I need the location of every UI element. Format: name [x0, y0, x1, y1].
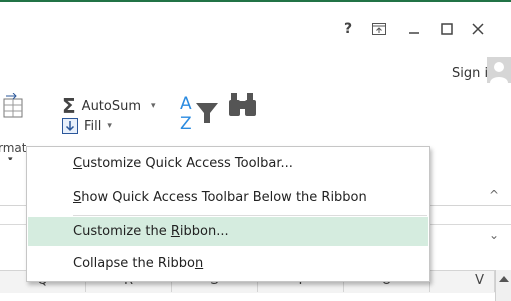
format-button[interactable]: rmat ▾ — [0, 85, 26, 160]
autosum-label: AutoSum — [81, 98, 142, 114]
close-button[interactable] — [467, 18, 489, 40]
column-header[interactable]: V — [430, 270, 495, 292]
scroll-up-arrow-icon[interactable] — [499, 276, 509, 282]
help-icon: ? — [343, 21, 353, 37]
expand-formula-bar-icon[interactable]: ⌄ — [489, 228, 499, 242]
maximize-button[interactable] — [436, 18, 458, 40]
sort-filter-button[interactable]: A Z — [178, 93, 222, 137]
title-bar — [0, 0, 511, 85]
close-icon — [472, 23, 484, 35]
vertical-scrollbar[interactable] — [495, 270, 511, 301]
minimize-button[interactable] — [403, 18, 425, 40]
ribbon-context-menu: Customize Quick Access Toolbar... Show Q… — [26, 146, 430, 282]
accent-line — [0, 0, 511, 2]
menu-item-customize-quick-access-toolbar[interactable]: Customize Quick Access Toolbar... — [28, 149, 428, 178]
worksheet-grid[interactable] — [0, 293, 495, 301]
avatar[interactable] — [487, 57, 511, 83]
sigma-icon: Σ — [62, 94, 76, 118]
menu-item-show-quick-access-toolbar-below[interactable]: Show Quick Access Toolbar Below the Ribb… — [28, 183, 428, 212]
format-label: rmat — [0, 141, 26, 155]
chevron-down-icon: ▾ — [151, 101, 156, 111]
maximize-icon — [441, 23, 453, 35]
help-button[interactable]: ? — [337, 18, 359, 40]
menu-item-collapse-the-ribbon[interactable]: Collapse the Ribbon — [28, 249, 428, 278]
binoculars-icon — [229, 93, 256, 116]
sort-filter-icon: A Z — [180, 94, 218, 134]
ribbon-display-options-button[interactable] — [368, 18, 390, 40]
find-select-button[interactable] — [227, 92, 261, 126]
menu-item-customize-the-ribbon[interactable]: Customize the Ribbon... — [28, 217, 428, 246]
fill-button[interactable]: Fill ▾ — [62, 118, 112, 134]
fill-down-icon — [62, 118, 78, 134]
avatar-icon — [490, 62, 508, 83]
ribbon-display-options-icon — [372, 23, 386, 35]
autosum-button[interactable]: Σ AutoSum ▾ — [62, 96, 156, 116]
collapse-ribbon-icon[interactable]: ^ — [489, 188, 499, 202]
chevron-down-icon: ▾ — [107, 121, 112, 131]
svg-text:Z: Z — [180, 114, 192, 133]
minimize-icon — [409, 32, 419, 34]
chevron-down-icon: ▾ — [8, 155, 13, 160]
menu-separator — [73, 215, 427, 216]
format-icon — [3, 93, 23, 118]
fill-label: Fill — [84, 118, 102, 134]
svg-text:A: A — [180, 94, 192, 114]
